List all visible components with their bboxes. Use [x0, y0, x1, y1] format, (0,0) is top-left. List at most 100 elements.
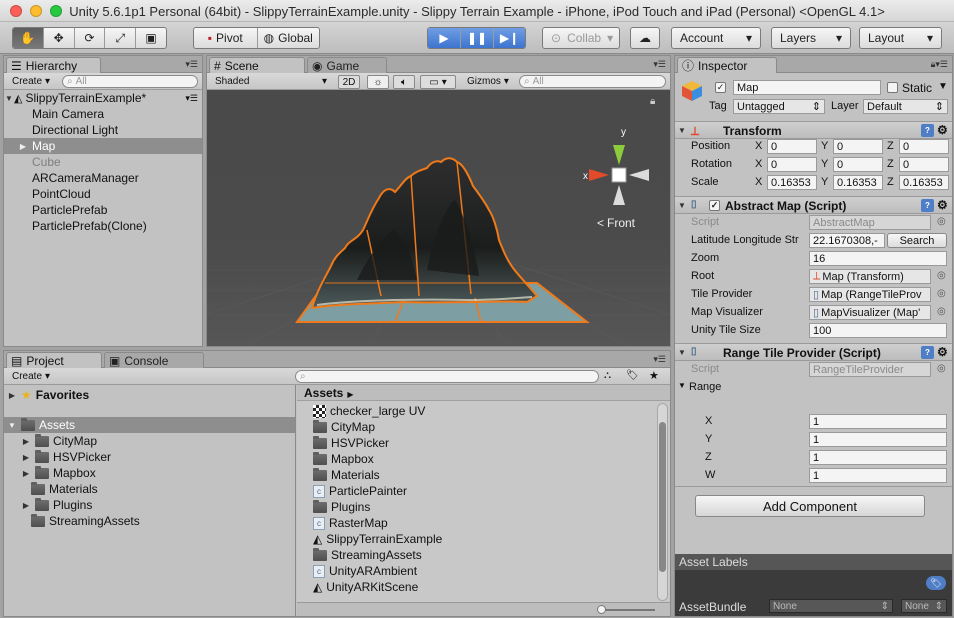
- gear-icon[interactable]: ⚙: [937, 345, 948, 359]
- latlon-field[interactable]: 22.1670308,-: [809, 233, 885, 248]
- panel-menu-icon[interactable]: ▾☰: [185, 59, 198, 70]
- static-dropdown-icon[interactable]: ▼: [938, 81, 948, 92]
- collapsed-triangle-icon[interactable]: ▶: [21, 437, 31, 446]
- pause-button[interactable]: ❚❚: [461, 28, 494, 48]
- assets-root-row[interactable]: ▼ Assets: [4, 417, 295, 433]
- filter-type-icon[interactable]: ⛬: [604, 370, 611, 381]
- zoom-slider-thumb[interactable]: [597, 605, 606, 614]
- scene-root-row[interactable]: ▼ ◭ SlippyTerrainExample* ▾☰: [4, 90, 202, 106]
- rect-tool-button[interactable]: ▣: [136, 28, 166, 48]
- filter-label-icon[interactable]: 🏷︎: [626, 370, 639, 381]
- collapsed-triangle-icon[interactable]: ▶: [18, 142, 28, 151]
- root-field[interactable]: ⟂ Map (Transform): [809, 269, 931, 284]
- project-create-button[interactable]: Create ▾: [8, 370, 54, 383]
- object-name-field[interactable]: Map: [733, 80, 881, 95]
- range-tile-provider-header[interactable]: ▼ ▯ Range Tile Provider (Script) ? ⚙: [675, 343, 952, 361]
- expand-triangle-icon[interactable]: ▼: [677, 348, 687, 357]
- file-particlepainter[interactable]: c ParticlePainter: [313, 483, 407, 499]
- abstract-map-header[interactable]: ▼ ▯ ✓ Abstract Map (Script) ? ⚙: [675, 196, 952, 214]
- gear-icon[interactable]: ⚙: [937, 198, 948, 212]
- object-picker-icon[interactable]: ◎: [937, 306, 946, 317]
- tag-dropdown[interactable]: Untagged ⇕: [733, 99, 825, 114]
- help-book-icon[interactable]: ?: [921, 124, 934, 137]
- tab-game[interactable]: ◉ Game: [307, 57, 387, 73]
- object-picker-icon[interactable]: ◎: [937, 288, 946, 299]
- favorite-star-icon[interactable]: ★: [649, 369, 659, 382]
- hand-tool-button[interactable]: ✋: [13, 28, 44, 48]
- tree-folder-citymap[interactable]: ▶ CityMap: [21, 433, 97, 449]
- tab-inspector[interactable]: ⓘ Inspector: [677, 57, 777, 73]
- collab-dropdown[interactable]: ⊙ Collab ▾: [542, 27, 620, 49]
- help-book-icon[interactable]: ?: [921, 346, 934, 359]
- hierarchy-item-particleprefab[interactable]: ParticlePrefab: [4, 202, 202, 218]
- gizmos-dropdown[interactable]: Gizmos ▾: [463, 75, 513, 88]
- expand-triangle-icon[interactable]: ▼: [677, 126, 687, 135]
- hierarchy-item-directional-light[interactable]: Directional Light: [4, 122, 202, 138]
- project-search-input[interactable]: ⌕: [295, 370, 599, 383]
- tab-scene[interactable]: # Scene: [209, 57, 305, 73]
- account-dropdown[interactable]: Account ▾: [671, 27, 761, 49]
- expand-triangle-icon[interactable]: ▼: [677, 201, 687, 210]
- layout-dropdown[interactable]: Layout ▾: [859, 27, 942, 49]
- file-hsvpicker[interactable]: HSVPicker: [313, 435, 389, 451]
- help-book-icon[interactable]: ?: [921, 199, 934, 212]
- position-y-field[interactable]: 0: [833, 139, 883, 154]
- audio-toggle[interactable]: 🔈︎: [393, 75, 415, 89]
- scale-y-field[interactable]: 0.16353: [833, 175, 883, 190]
- terrain-mesh[interactable]: [295, 157, 590, 323]
- hierarchy-item-arcameramanager[interactable]: ARCameraManager: [4, 170, 202, 186]
- tree-folder-mapbox[interactable]: ▶ Mapbox: [21, 465, 96, 481]
- tab-console[interactable]: ▣ Console: [104, 352, 204, 368]
- abstract-map-enabled-checkbox[interactable]: ✓: [709, 200, 720, 211]
- tree-folder-plugins[interactable]: ▶ Plugins: [21, 497, 92, 513]
- scrollbar-thumb[interactable]: [659, 422, 666, 572]
- scale-x-field[interactable]: 0.16353: [767, 175, 817, 190]
- panel-menu-icon[interactable]: ▾☰: [653, 59, 666, 70]
- zoom-slider-track[interactable]: [599, 609, 655, 611]
- position-x-field[interactable]: 0: [767, 139, 817, 154]
- scene-search-input[interactable]: ⌕ All: [519, 75, 666, 88]
- scene-render[interactable]: y x < Front 🔒︎: [207, 90, 670, 346]
- view-label[interactable]: Front: [607, 216, 636, 230]
- scale-z-field[interactable]: 0.16353: [899, 175, 949, 190]
- cloud-button[interactable]: ☁: [630, 27, 660, 49]
- search-button[interactable]: Search: [887, 233, 947, 248]
- rotate-tool-button[interactable]: ⟳: [75, 28, 106, 48]
- static-checkbox[interactable]: [887, 82, 898, 93]
- file-slippyterrainexample[interactable]: ◭ SlippyTerrainExample: [313, 531, 442, 547]
- expand-triangle-icon[interactable]: ▼: [678, 381, 686, 390]
- asset-bundle-variant-dropdown[interactable]: None ⇕: [901, 599, 947, 613]
- rotation-x-field[interactable]: 0: [767, 157, 817, 172]
- file-rastermap[interactable]: c RasterMap: [313, 515, 388, 531]
- hierarchy-item-cube[interactable]: Cube: [4, 154, 202, 170]
- layer-dropdown[interactable]: Default ⇕: [863, 99, 948, 114]
- panel-menu-icon[interactable]: ▾☰: [653, 354, 666, 365]
- tree-folder-hsvpicker[interactable]: ▶ HSVPicker: [21, 449, 111, 465]
- tree-folder-streamingassets[interactable]: StreamingAssets: [31, 513, 140, 529]
- lighting-toggle[interactable]: ☼: [367, 75, 389, 89]
- orientation-gizmo[interactable]: [589, 145, 649, 205]
- file-plugins[interactable]: Plugins: [313, 499, 370, 515]
- hierarchy-item-pointcloud[interactable]: PointCloud: [4, 186, 202, 202]
- collapsed-triangle-icon[interactable]: ▶: [21, 453, 31, 462]
- rotation-z-field[interactable]: 0: [899, 157, 949, 172]
- lock-icon[interactable]: 🔒︎: [650, 96, 655, 107]
- range-x-field[interactable]: 1: [809, 414, 947, 429]
- shading-mode-dropdown[interactable]: Shaded ▾: [211, 75, 331, 88]
- layers-dropdown[interactable]: Layers ▾: [771, 27, 851, 49]
- gear-icon[interactable]: ⚙: [937, 123, 948, 137]
- file-checker-large-uv[interactable]: checker_large UV: [313, 403, 425, 419]
- collapsed-triangle-icon[interactable]: ▶: [21, 469, 31, 478]
- tree-folder-materials[interactable]: Materials: [31, 481, 98, 497]
- effects-dropdown[interactable]: ▭ ▾: [420, 75, 456, 89]
- scale-tool-button[interactable]: ⤢: [105, 28, 137, 48]
- tab-hierarchy[interactable]: ☰ Hierarchy: [6, 57, 101, 73]
- file-mapbox[interactable]: Mapbox: [313, 451, 374, 467]
- range-y-field[interactable]: 1: [809, 432, 947, 447]
- gameobject-active-checkbox[interactable]: ✓: [715, 82, 726, 93]
- step-button[interactable]: ▶❙: [494, 28, 525, 48]
- rotation-y-field[interactable]: 0: [833, 157, 883, 172]
- breadcrumb-assets[interactable]: Assets: [304, 386, 343, 400]
- move-tool-button[interactable]: ✥: [44, 28, 75, 48]
- file-unityarambient[interactable]: c UnityARAmbient: [313, 563, 417, 579]
